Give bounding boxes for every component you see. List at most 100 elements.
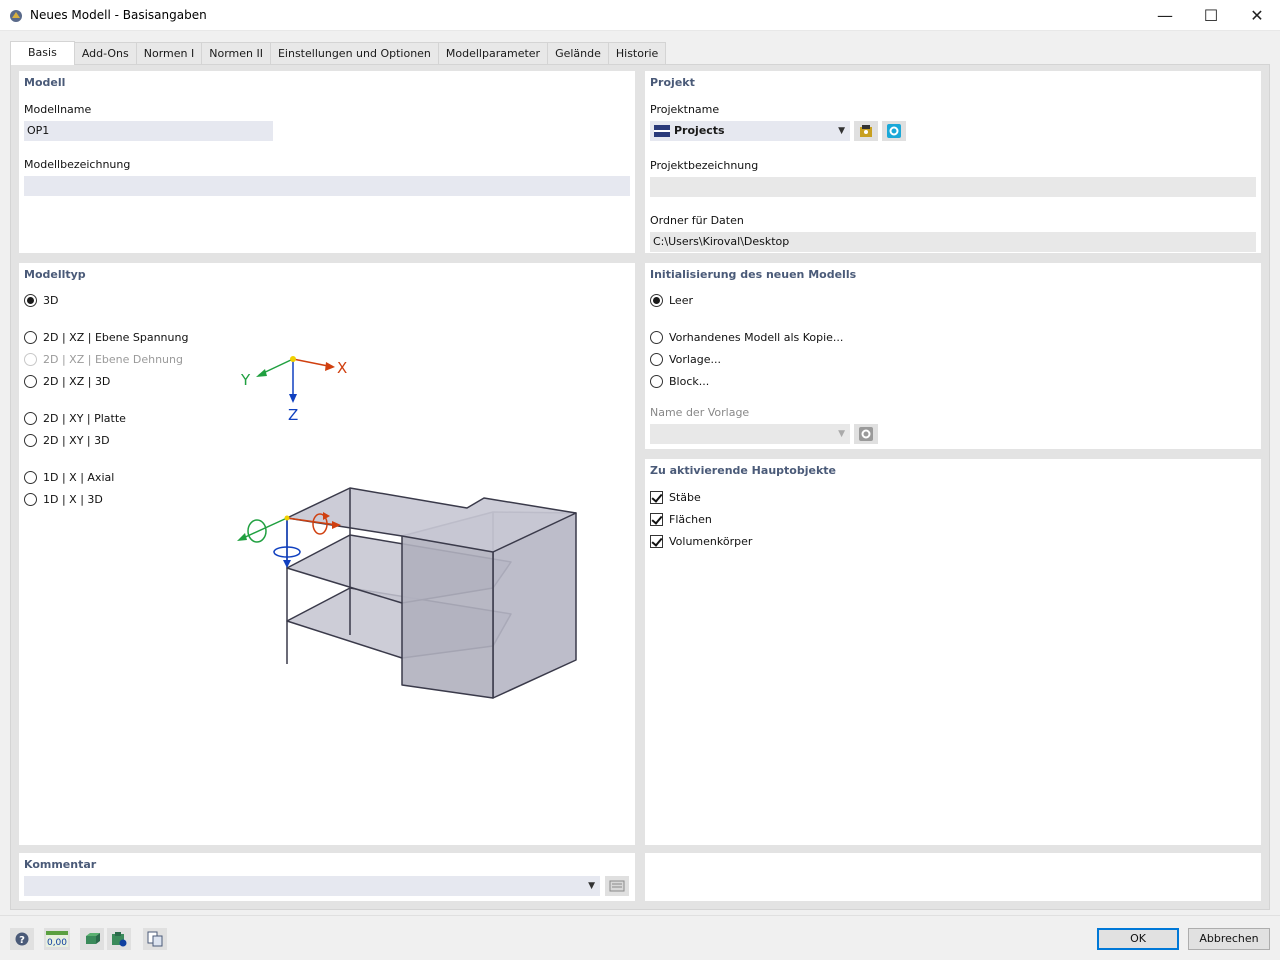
checkbox-indicator (650, 490, 663, 504)
projekt-panel: Projekt Projektname Projects ▼ Projektbe… (645, 71, 1261, 253)
hauptobjekte-title: Zu aktivierende Hauptobjekte (650, 464, 836, 477)
checkbox-indicator (650, 512, 663, 526)
units-icon: 0,00 (46, 931, 68, 947)
vorlage-dropdown: ▼ (650, 424, 850, 444)
projektname-value: Projects (674, 124, 725, 137)
radio-indicator (24, 411, 37, 425)
radio-modell-kopie[interactable]: Vorhandenes Modell als Kopie... (650, 329, 843, 345)
ok-button[interactable]: OK (1097, 928, 1179, 950)
cancel-button[interactable]: Abbrechen (1188, 928, 1270, 950)
radio-label: Block... (669, 374, 710, 388)
tab-normen-1[interactable]: Normen I (135, 42, 203, 64)
model-icon (86, 933, 100, 944)
modell-panel: Modell Modellname OP1 Modellbezeichnung (19, 71, 635, 253)
checkbox-label: Flächen (669, 512, 712, 526)
radio-indicator (24, 352, 37, 366)
window-title: Neues Modell - Basisangaben (30, 8, 207, 22)
modell-title: Modell (24, 76, 66, 89)
chevron-down-icon: ▼ (838, 429, 845, 439)
project-manager-button[interactable] (854, 121, 878, 141)
radio-label: Vorlage... (669, 352, 721, 366)
new-project-button[interactable] (882, 121, 906, 141)
close-button[interactable]: ✕ (1234, 0, 1280, 31)
units-button[interactable]: 0,00 (44, 928, 70, 950)
modellbezeichnung-label: Modellbezeichnung (24, 158, 131, 171)
bottom-bar: ? 0,00 OK Abbrechen (0, 915, 1280, 960)
checkbox-volumenkoerper[interactable]: Volumenkörper (650, 533, 752, 549)
checkbox-label: Volumenkörper (669, 534, 753, 548)
maximize-button[interactable]: ☐ (1188, 0, 1234, 31)
title-bar: Neues Modell - Basisangaben — ☐ ✕ (0, 0, 1280, 31)
model-3d-illustration (237, 487, 577, 699)
model-button[interactable] (80, 928, 104, 950)
project-folder-icon (654, 125, 670, 137)
settings-button[interactable] (107, 928, 131, 950)
kommentar-input[interactable]: ▼ (24, 876, 600, 896)
radio-indicator (650, 330, 663, 344)
tab-historie[interactable]: Historie (607, 42, 667, 64)
modellbezeichnung-input[interactable] (24, 176, 630, 196)
help-button[interactable]: ? (10, 928, 34, 950)
tab-einstellungen[interactable]: Einstellungen und Optionen (269, 42, 439, 64)
tab-normen-2[interactable]: Normen II (201, 42, 271, 64)
tab-modellparameter[interactable]: Modellparameter (437, 42, 549, 64)
radio-vorlage[interactable]: Vorlage... (650, 351, 721, 367)
initialisierung-panel: Initialisierung des neuen Modells Leer V… (645, 263, 1261, 449)
radio-indicator (24, 330, 37, 344)
checkbox-label: Stäbe (669, 490, 701, 504)
copy-icon (147, 931, 163, 947)
kommentar-panel: Kommentar ▼ (19, 853, 635, 901)
svg-text:?: ? (19, 935, 25, 946)
radio-2d-xz-3d[interactable]: 2D | XZ | 3D (24, 373, 110, 389)
vorlage-name-label: Name der Vorlage (650, 406, 750, 419)
radio-2d-xy-3d[interactable]: 2D | XY | 3D (24, 432, 110, 448)
ordner-input: C:\Users\Kiroval\Desktop (650, 232, 1256, 252)
projekt-title: Projekt (650, 76, 695, 89)
kommentar-value (24, 879, 27, 892)
radio-3d[interactable]: 3D (24, 292, 58, 308)
radio-label: 2D | XZ | 3D (43, 374, 111, 388)
tab-add-ons[interactable]: Add-Ons (73, 42, 137, 64)
projektname-label: Projektname (650, 103, 720, 116)
radio-label: 1D | X | Axial (43, 470, 115, 484)
radio-label: 1D | X | 3D (43, 492, 103, 506)
projektname-dropdown[interactable]: Projects ▼ (650, 121, 850, 141)
tab-pane-basis: Modell Modellname OP1 Modellbezeichnung … (10, 64, 1270, 910)
dialog-client: Basis Add-Ons Normen I Normen II Einstel… (0, 31, 1280, 915)
checkbox-indicator (650, 534, 663, 548)
radio-indicator (24, 470, 37, 484)
minimize-button[interactable]: — (1142, 0, 1188, 31)
modelltyp-panel: Modelltyp 3D 2D | XZ | Ebene Spannung 2D… (19, 263, 635, 845)
checkbox-staebe[interactable]: Stäbe (650, 489, 701, 505)
projektbezeichnung-input (650, 177, 1256, 197)
kommentar-edit-button[interactable] (605, 876, 629, 896)
tab-gelaende[interactable]: Gelände (547, 42, 609, 64)
vorlage-new-button (854, 424, 878, 444)
radio-1d-x-axial[interactable]: 1D | X | Axial (24, 469, 114, 485)
empty-panel (645, 853, 1261, 901)
modellname-label: Modellname (24, 103, 92, 116)
new-project-icon (887, 124, 901, 138)
radio-2d-xy-platte[interactable]: 2D | XY | Platte (24, 410, 126, 426)
radio-block[interactable]: Block... (650, 373, 709, 389)
radio-label: 2D | XY | 3D (43, 433, 110, 447)
radio-indicator (650, 293, 663, 307)
radio-label: 3D (43, 293, 59, 307)
checkbox-flaechen[interactable]: Flächen (650, 511, 712, 527)
copy-button[interactable] (143, 928, 167, 950)
radio-indicator (650, 352, 663, 366)
radio-indicator (24, 374, 37, 388)
modelltyp-title: Modelltyp (24, 268, 86, 281)
radio-label: 2D | XZ | Ebene Spannung (43, 330, 189, 344)
chevron-down-icon: ▼ (588, 881, 595, 891)
axis-gizmo: X Y Z (240, 356, 347, 423)
radio-2d-xz-ebene-spannung[interactable]: 2D | XZ | Ebene Spannung (24, 329, 188, 345)
tab-basis[interactable]: Basis (10, 41, 75, 65)
radio-label: 2D | XY | Platte (43, 411, 126, 425)
radio-indicator (24, 433, 37, 447)
app-icon (10, 10, 22, 22)
radio-1d-x-3d[interactable]: 1D | X | 3D (24, 491, 103, 507)
radio-leer[interactable]: Leer (650, 292, 693, 308)
modellname-input[interactable]: OP1 (24, 121, 273, 141)
project-manager-icon (860, 125, 872, 137)
